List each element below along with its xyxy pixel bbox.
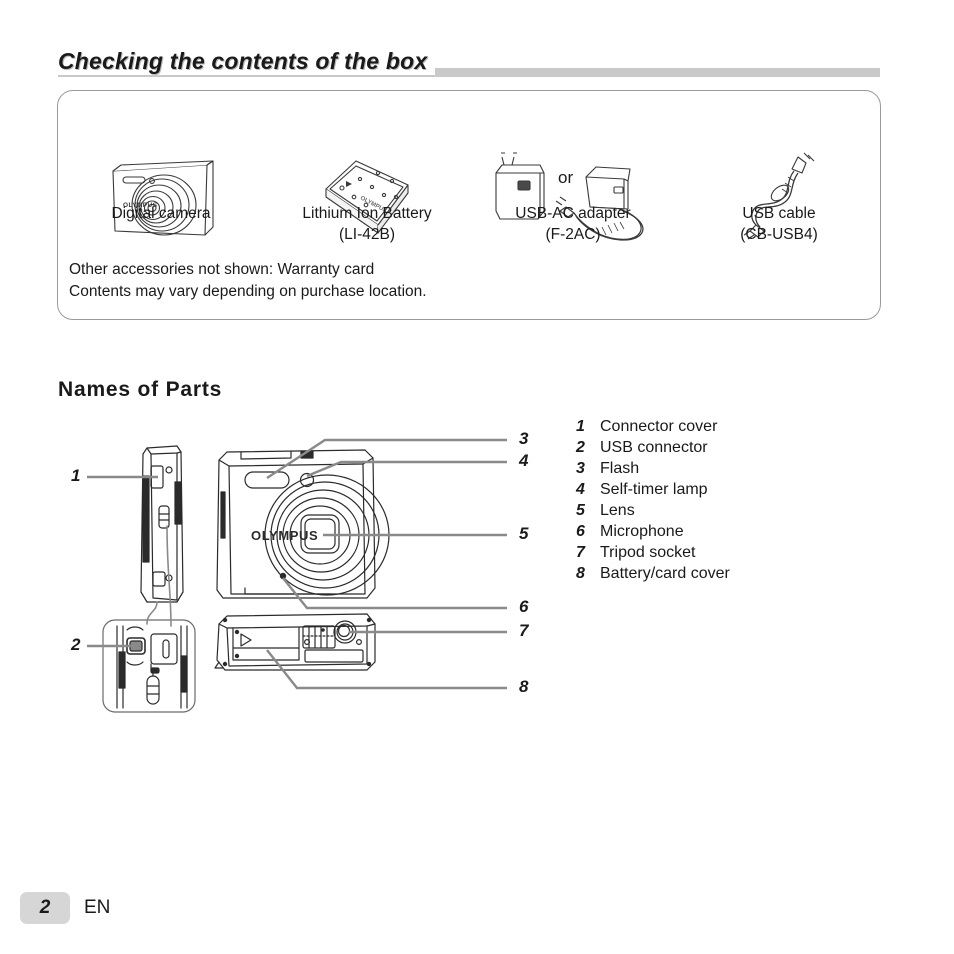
legend-label: Flash xyxy=(600,460,640,477)
section-header: Checking the contents of the box xyxy=(58,48,880,78)
box-item-caption: USB-AC adapter (F-2AC) xyxy=(470,203,676,245)
callout-number-7: 7 xyxy=(519,621,529,640)
callout-number-6: 6 xyxy=(519,597,529,616)
legend-label: Battery/card cover xyxy=(600,565,730,582)
box-item-sublabel: (CB-USB4) xyxy=(740,226,818,243)
camera-brand-text: OLYMPUS xyxy=(251,528,318,543)
legend-number: 4 xyxy=(576,481,585,498)
box-item-caption: Lithium Ion Battery (LI-42B) xyxy=(264,203,470,245)
box-item-sublabel: (LI-42B) xyxy=(339,226,395,243)
callout-number-8: 8 xyxy=(519,677,529,696)
box-item-label: Digital camera xyxy=(111,205,211,222)
box-item-label: USB-AC adapter xyxy=(515,205,631,222)
box-contents-note: Other accessories not shown: Warranty ca… xyxy=(69,259,427,303)
legend-item-7: 7 Tripod socket xyxy=(576,542,906,563)
box-item-label: Lithium Ion Battery xyxy=(302,205,432,222)
legend-item-1: 1 Connector cover xyxy=(576,416,906,437)
callout-number-1: 1 xyxy=(71,466,81,485)
page-number-badge: 2 xyxy=(20,892,70,924)
box-contents-panel: OLYMPUS OLYMPUS or Digital camera Lithiu… xyxy=(57,90,881,320)
box-item-caption: USB cable (CB-USB4) xyxy=(676,203,882,245)
legend-number: 7 xyxy=(576,544,585,561)
legend-number: 2 xyxy=(576,439,585,456)
legend-number: 3 xyxy=(576,460,585,477)
legend-label: Connector cover xyxy=(600,418,718,435)
box-note-line: Other accessories not shown: Warranty ca… xyxy=(69,261,375,278)
parts-heading: Names of Parts xyxy=(58,378,223,401)
adapter-or-label: or xyxy=(558,168,573,187)
parts-legend-list: 1 Connector cover 2 USB connector 3 Flas… xyxy=(576,416,906,584)
legend-label: Tripod socket xyxy=(600,544,696,561)
page-footer: 2 EN xyxy=(20,892,110,924)
camera-parts-diagram: OLYMPUS 1 2 3 4 5 6 7 8 xyxy=(55,412,555,732)
callout-number-4: 4 xyxy=(519,451,529,470)
legend-item-3: 3 Flash xyxy=(576,458,906,479)
page-title: Checking the contents of the box xyxy=(58,48,436,75)
legend-item-8: 8 Battery/card cover xyxy=(576,563,906,584)
legend-number: 1 xyxy=(576,418,585,435)
box-item-caption: Digital camera xyxy=(58,203,264,245)
language-code: EN xyxy=(84,897,111,918)
legend-item-6: 6 Microphone xyxy=(576,521,906,542)
legend-item-4: 4 Self-timer lamp xyxy=(576,479,906,500)
callout-number-3: 3 xyxy=(519,429,529,448)
legend-label: Self-timer lamp xyxy=(600,481,708,498)
callout-number-2: 2 xyxy=(71,635,81,654)
box-item-label: USB cable xyxy=(742,205,816,222)
box-captions-row: Digital camera Lithium Ion Battery (LI-4… xyxy=(58,203,882,245)
legend-item-5: 5 Lens xyxy=(576,500,906,521)
callout-number-5: 5 xyxy=(519,524,529,543)
box-note-line: Contents may vary depending on purchase … xyxy=(69,283,427,300)
legend-number: 8 xyxy=(576,565,585,582)
box-item-sublabel: (F-2AC) xyxy=(545,226,601,243)
legend-label: Lens xyxy=(600,502,635,519)
legend-label: USB connector xyxy=(600,439,708,456)
legend-label: Microphone xyxy=(600,523,684,540)
legend-number: 5 xyxy=(576,502,585,519)
legend-item-2: 2 USB connector xyxy=(576,437,906,458)
legend-number: 6 xyxy=(576,523,585,540)
